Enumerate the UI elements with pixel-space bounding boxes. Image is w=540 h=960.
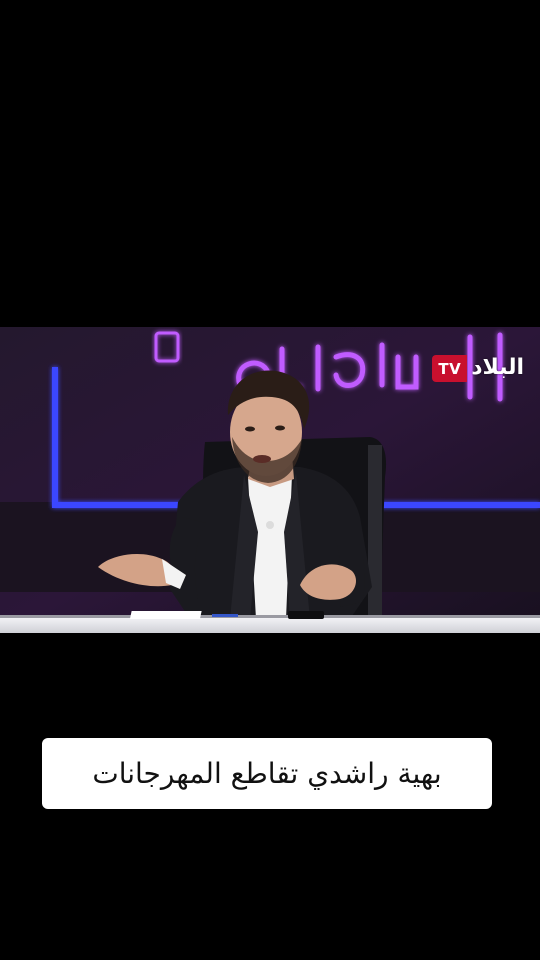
lapel-microphone — [266, 521, 274, 529]
presenter-eye-right — [275, 425, 285, 431]
desk-shadow — [0, 615, 540, 618]
video-frame[interactable]: TV البلاد — [0, 327, 540, 633]
desk-paper — [129, 611, 202, 619]
caption-text: بهية راشدي تقاطع المهرجانات — [92, 757, 442, 790]
desk-pen — [212, 614, 238, 617]
channel-logo-name: البلاد — [471, 355, 524, 380]
presenter-eye-left — [245, 426, 255, 432]
channel-logo-tv: TV — [432, 354, 468, 382]
channel-logo: TV البلاد — [432, 351, 528, 385]
presenter-mouth — [253, 455, 271, 463]
caption-box: بهية راشدي تقاطع المهرجانات — [42, 738, 492, 809]
desk-phone — [288, 611, 324, 619]
video-post: TV البلاد بهية راشدي تقاطع المهرجانات — [0, 0, 540, 960]
studio-desk — [0, 617, 540, 633]
